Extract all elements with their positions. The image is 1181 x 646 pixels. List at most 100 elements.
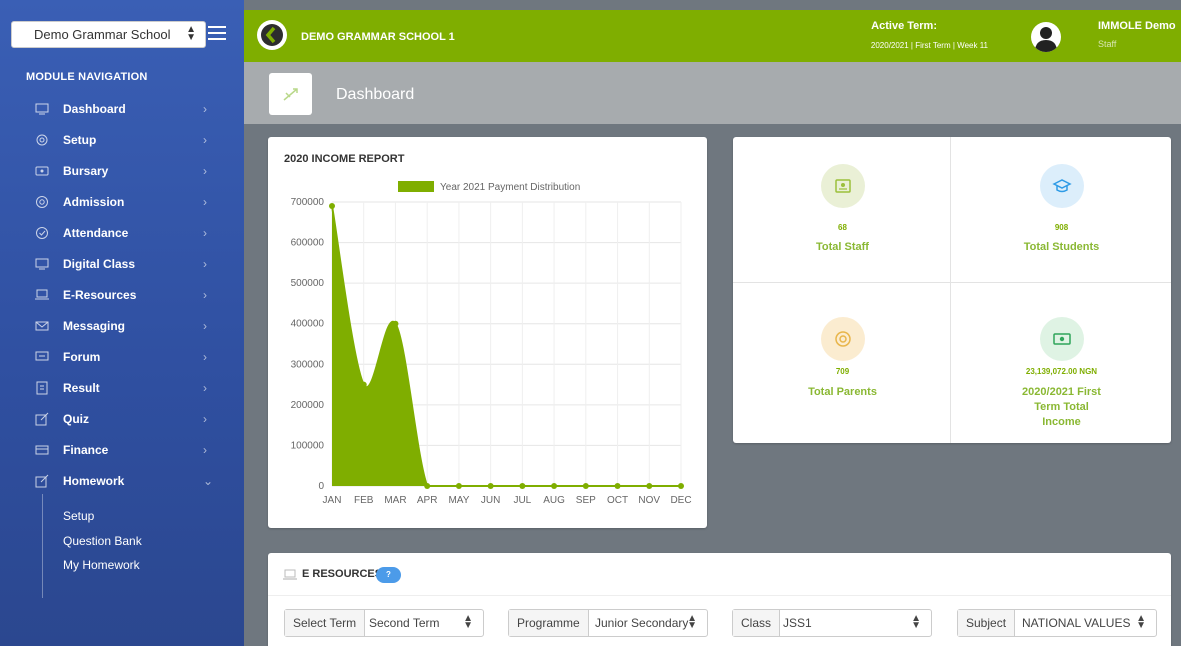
stat-parents-value: 709 [835,367,850,376]
sidebar-item-label: Dashboard [63,102,126,116]
header-school-name: DEMO GRAMMAR SCHOOL 1 [301,31,455,43]
y-tick-label: 200000 [291,400,325,411]
chevron-right-icon: › [203,443,207,457]
laptop-icon [283,569,297,580]
lifebuoy-icon [36,196,48,208]
clipboard-icon [36,381,48,395]
lifebuoy-icon [820,317,865,361]
sidebar-item-messaging[interactable]: Messaging › [0,311,244,342]
stat-students-value: 908 [1054,223,1069,232]
data-point [487,483,494,489]
subject-filter-label: Subject [958,610,1016,636]
chevron-right-icon: › [203,226,207,240]
submenu-line [42,494,43,598]
sidebar-item-quiz[interactable]: Quiz › [0,404,244,435]
term-filter-label: Select Term [285,610,366,636]
y-tick-label: 500000 [291,278,325,289]
submenu-item-my-homework[interactable]: My Homework [63,558,140,572]
chevron-down-icon: ⌄ [203,474,214,488]
edit-icon [35,474,49,488]
sidebar-item-dashboard[interactable]: Dashboard › [0,94,244,125]
stat-parents-label: Total Parents [808,386,877,398]
graduation-cap-icon [1039,164,1084,208]
data-point [646,483,653,489]
select-arrows-icon: ▲ ▼ [186,24,196,43]
x-tick-label: JAN [323,495,342,506]
sidebar-item-label: Homework [63,474,125,488]
x-tick-label: FEB [354,495,374,506]
sidebar-item-admission[interactable]: Admission › [0,187,244,218]
chevron-right-icon: › [203,319,207,333]
sidebar-item-finance[interactable]: Finance › [0,435,244,466]
stats-card: 68 Total Staff 908 Total Students 709 To… [733,137,1171,443]
stat-students-label: Total Students [1023,241,1100,253]
chat-icon [35,351,49,361]
sidebar-item-label: Quiz [63,412,89,426]
menu-toggle-icon[interactable] [208,26,226,40]
chevron-right-icon: › [203,381,207,395]
sidebar-item-label: Digital Class [63,257,136,271]
x-tick-label: JUL [513,495,531,506]
stat-total-students[interactable]: 908 Total Students [952,137,1171,290]
x-tick-label: DEC [670,495,691,506]
envelope-icon [35,321,49,331]
monitor-icon [35,103,49,115]
data-point [519,483,526,489]
user-role: Staff [1098,39,1117,49]
help-badge[interactable]: ? [376,567,401,583]
x-tick-label: SEP [576,495,596,506]
plane-icon [283,88,298,101]
sidebar-item-label: Forum [63,350,101,364]
whiteboard-icon [35,258,49,270]
school-select[interactable]: Demo Grammar School ▲ ▼ [11,21,206,48]
page-title: Dashboard [336,86,415,103]
stat-total-staff[interactable]: 68 Total Staff [733,137,952,290]
class-filter[interactable]: Class JSS1 ▲ ▼ [732,609,932,637]
x-tick-label: JUN [481,495,500,506]
sidebar-item-label: Finance [63,443,109,457]
sidebar-item-label: Setup [63,133,97,147]
nav-section-title: MODULE NAVIGATION [26,71,148,83]
x-tick-label: MAY [448,495,469,506]
user-avatar[interactable] [1031,22,1061,52]
chevron-right-icon: › [203,257,207,271]
active-term-value: 2020/2021 | First Term | Week 11 [870,41,988,50]
income-chart: 0 100000 200000 300000 400000 500000 600000 700… [291,181,692,506]
programme-filter[interactable]: Programme Junior Secondary ▲ ▼ [508,609,708,637]
cog-icon [36,134,48,146]
x-tick-label: NOV [638,495,660,506]
school-logo-icon[interactable] [256,19,288,51]
money-icon [1039,317,1084,361]
y-tick-label: 300000 [291,359,325,370]
term-filter[interactable]: Select Term Second Term ▲ ▼ [284,609,484,637]
chevron-right-icon: › [203,195,207,209]
active-term-label: Active Term: [871,20,937,32]
sidebar-item-e-resources[interactable]: E-Resources › [0,280,244,311]
subject-filter[interactable]: Subject NATIONAL VALUES ▲ ▼ [957,609,1157,637]
sidebar-item-setup[interactable]: Setup › [0,125,244,156]
submenu-item-question-bank[interactable]: Question Bank [63,534,142,548]
page-title-bar: Dashboard [244,62,1181,124]
user-name[interactable]: IMMOLE Demo [1098,20,1176,32]
sidebar-item-digital-class[interactable]: Digital Class › [0,249,244,280]
sidebar-item-result[interactable]: Result › [0,373,244,404]
data-point [392,320,399,327]
select-arrows-icon: ▲ ▼ [911,613,921,631]
chevron-right-icon: › [203,412,207,426]
chevron-right-icon: › [203,164,207,178]
laptop-icon [35,289,49,300]
sidebar-item-attendance[interactable]: Attendance › [0,218,244,249]
term-filter-value: Second Term [369,616,440,630]
submenu-item-setup[interactable]: Setup [63,509,94,523]
data-point [424,483,431,489]
sidebar-item-homework[interactable]: Homework ⌄ [0,466,244,497]
stat-total-parents[interactable]: 709 Total Parents [733,290,952,443]
data-point [455,483,462,489]
chevron-right-icon: › [203,288,207,302]
stat-total-income[interactable]: 23,139,072.00 NGN 2020/2021 First Term T… [952,290,1171,443]
y-tick-label: 600000 [291,238,325,249]
sidebar-item-forum[interactable]: Forum › [0,342,244,373]
sidebar-item-bursary[interactable]: Bursary › [0,156,244,187]
class-filter-label: Class [733,610,781,636]
class-filter-value: JSS1 [783,616,812,630]
